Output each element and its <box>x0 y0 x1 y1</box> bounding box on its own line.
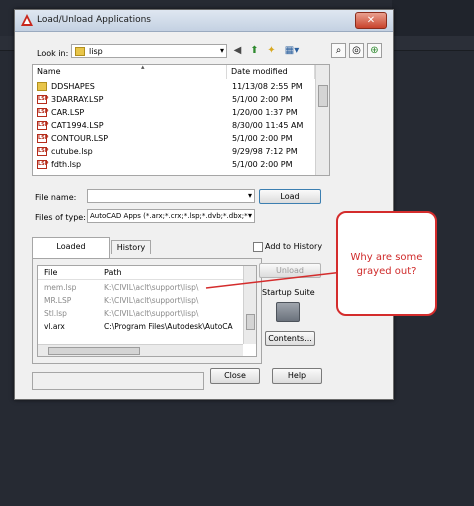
find-icon[interactable]: ⌕ <box>331 43 346 58</box>
help-button[interactable]: Help <box>272 368 322 384</box>
up-folder-icon[interactable]: ⬆ <box>248 44 261 57</box>
file-row[interactable]: LSP fdth.lsp 5/1/00 2:00 PM <box>33 158 313 171</box>
autocad-logo-icon <box>21 14 33 26</box>
load-button[interactable]: Load <box>259 189 321 204</box>
window-title: Load/Unload Applications <box>37 15 151 25</box>
file-name-label: File name: <box>35 193 77 202</box>
file-row[interactable]: LSP CONTOUR.LSP 5/1/00 2:00 PM <box>33 132 313 145</box>
contents-button[interactable]: Contents... <box>265 331 315 346</box>
scrollbar-thumb[interactable] <box>318 85 328 107</box>
annotation-callout: Why are some grayed out? <box>336 211 437 316</box>
lsp-file-icon: LSP <box>37 147 49 156</box>
add-location-icon[interactable]: ⊕ <box>367 43 382 58</box>
file-list-scrollbar[interactable] <box>315 65 329 175</box>
look-in-label: Look in: <box>37 49 69 58</box>
annotation-pointer-line <box>205 271 344 289</box>
views-menu-icon[interactable]: ▦▾ <box>283 44 301 57</box>
file-row[interactable]: LSP CAR.LSP 1/20/00 1:37 PM <box>33 106 313 119</box>
file-list[interactable]: Name ▴ Date modified DDSHAPES 11/13/08 2:… <box>32 64 330 176</box>
column-header-file[interactable]: File <box>44 268 57 277</box>
files-of-type-select[interactable]: AutoCAD Apps (*.arx;*.crx;*.lsp;*.dvb;*.… <box>87 209 255 223</box>
close-button[interactable]: Close <box>210 368 260 384</box>
file-row[interactable]: DDSHAPES 11/13/08 2:55 PM <box>33 80 313 93</box>
look-in-select[interactable]: lisp ▾ <box>71 44 227 58</box>
load-unload-dialog: Load/Unload Applications ✕ Look in: lisp… <box>14 9 394 400</box>
annotation-text: Why are some grayed out? <box>350 252 423 277</box>
search-web-icon[interactable]: ◎ <box>349 43 364 58</box>
file-name-input[interactable]: ▾ <box>87 189 255 203</box>
lsp-file-icon: LSP <box>37 160 49 169</box>
list-item[interactable]: Stl.lsp K:\CIVIL\aclt\support\lisp\ <box>38 308 243 320</box>
lsp-file-icon: LSP <box>37 108 49 117</box>
new-folder-icon[interactable]: ✦ <box>265 44 278 57</box>
file-row[interactable]: LSP CAT1994.LSP 8/30/00 11:45 AM <box>33 119 313 132</box>
tab-history-list[interactable]: History list <box>111 240 151 266</box>
column-header-path[interactable]: Path <box>104 268 122 277</box>
chevron-down-icon: ▾ <box>247 211 252 220</box>
loaded-list-hscrollbar[interactable] <box>38 344 243 356</box>
background-app-panel <box>392 0 474 36</box>
briefcase-icon[interactable] <box>276 302 300 322</box>
folder-icon <box>75 47 85 56</box>
scrollbar-thumb[interactable] <box>246 314 255 330</box>
file-row[interactable]: LSP cutube.lsp 9/29/98 7:12 PM <box>33 145 313 158</box>
close-window-button[interactable]: ✕ <box>355 12 387 29</box>
files-of-type-label: Files of type: <box>35 213 86 222</box>
look-in-value: lisp <box>89 47 103 56</box>
chevron-down-icon: ▾ <box>247 191 252 200</box>
lsp-file-icon: LSP <box>37 121 49 130</box>
folder-icon <box>37 82 47 91</box>
lsp-file-icon: LSP <box>37 134 49 143</box>
sort-arrow-icon: ▴ <box>141 64 145 71</box>
status-bar <box>32 372 204 390</box>
chevron-down-icon: ▾ <box>219 46 224 55</box>
list-item[interactable]: vl.arx C:\Program Files\Autodesk\AutoCA <box>38 321 243 333</box>
lsp-file-icon: LSP <box>37 95 49 104</box>
back-icon[interactable]: ◀ <box>231 44 244 57</box>
title-bar[interactable]: Load/Unload Applications ✕ <box>15 10 393 32</box>
add-to-history-checkbox[interactable] <box>253 242 263 252</box>
add-to-history-label: Add to History <box>265 242 323 251</box>
scrollbar-thumb[interactable] <box>48 347 140 355</box>
column-header-date[interactable]: Date modified <box>227 65 315 79</box>
column-header-name[interactable]: Name <box>33 65 227 79</box>
file-row[interactable]: LSP 3DARRAY.LSP 5/1/00 2:00 PM <box>33 93 313 106</box>
tab-loaded-applications[interactable]: Loaded Applications <box>32 237 110 269</box>
